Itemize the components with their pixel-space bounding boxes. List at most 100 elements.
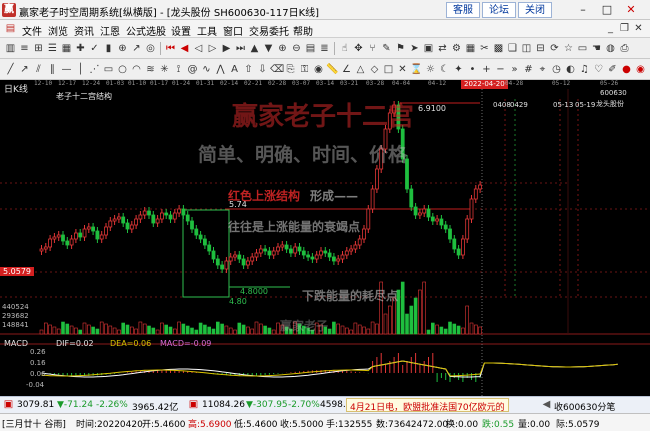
erase-icon[interactable]: ⌫ <box>270 63 284 76</box>
eye-icon[interactable]: ◉ <box>312 63 325 76</box>
rect-icon[interactable]: ▭ <box>102 63 115 76</box>
line-icon[interactable]: ╱ <box>4 63 17 76</box>
pointer-icon[interactable]: ☝ <box>338 42 351 55</box>
menu-trade[interactable]: 交易委托 <box>249 23 289 38</box>
music-icon[interactable]: ♫ <box>578 63 591 76</box>
mdi-restore-icon[interactable]: ❐ <box>618 22 631 35</box>
hand-icon[interactable]: ☚ <box>590 42 603 55</box>
fib-icon[interactable]: ≋ <box>144 63 157 76</box>
chevrons-icon[interactable]: » <box>508 63 521 76</box>
menu-settings[interactable]: 设置 <box>171 23 191 38</box>
chart-icon[interactable]: ▤ <box>304 42 317 55</box>
menu-file[interactable]: 文件 <box>22 23 42 38</box>
hline-icon[interactable]: — <box>60 63 73 76</box>
mdi-minimize-icon[interactable]: _ <box>604 22 617 35</box>
ruler-icon[interactable]: 📏 <box>326 63 339 76</box>
parallel-icon[interactable]: ∥ <box>46 63 59 76</box>
lock-icon[interactable]: ⚿ <box>298 63 311 76</box>
menu-browse[interactable]: 浏览 <box>48 23 68 38</box>
zoom-out-icon[interactable]: ⊖ <box>290 42 303 55</box>
brush-icon[interactable]: ✐ <box>606 63 619 76</box>
close-icon[interactable]: ✕ <box>622 2 640 18</box>
list-icon[interactable]: ☰ <box>46 42 59 55</box>
copy-icon[interactable]: ⎘ <box>284 63 297 76</box>
cross-icon[interactable]: ✚ <box>74 42 87 55</box>
sync-icon[interactable]: ⟳ <box>548 42 561 55</box>
grid3-icon[interactable]: # <box>522 63 535 76</box>
text-icon[interactable]: A <box>228 63 241 76</box>
palette-icon[interactable]: ◐ <box>564 63 577 76</box>
clock-icon[interactable]: ◷ <box>550 63 563 76</box>
target-icon[interactable]: ◎ <box>144 42 157 55</box>
plate-icon[interactable]: ⊞ <box>32 42 45 55</box>
diamond-icon[interactable]: ◇ <box>368 63 381 76</box>
book-icon[interactable]: ▭ <box>576 42 589 55</box>
settings-icon[interactable]: ⚙ <box>450 42 463 55</box>
layers-icon[interactable]: ◫ <box>520 42 533 55</box>
minute-detail-label[interactable]: 收600630分笔 <box>554 400 615 413</box>
circle-icon[interactable]: ○ <box>116 63 129 76</box>
calc-icon[interactable]: ▩ <box>492 42 505 55</box>
arrow-icon[interactable]: ➤ <box>408 42 421 55</box>
window-icon[interactable]: ❑ <box>506 42 519 55</box>
gann-icon[interactable]: ✳ <box>158 63 171 76</box>
last-icon[interactable]: ⏭ <box>234 42 247 55</box>
menu-gann[interactable]: 江恩 <box>100 23 120 38</box>
channel-icon[interactable]: ⫽ <box>32 63 45 76</box>
shuffle-icon[interactable]: ⇄ <box>436 42 449 55</box>
sz-index-value[interactable]: 11084.26 <box>202 400 245 410</box>
record-icon[interactable]: ◉ <box>634 63 647 76</box>
star-icon[interactable]: ☆ <box>562 42 575 55</box>
sound-icon[interactable]: ◀ <box>540 398 553 411</box>
box-icon[interactable]: ▣ <box>422 42 435 55</box>
wave-icon[interactable]: ∿ <box>200 63 213 76</box>
menu-help[interactable]: 帮助 <box>293 23 313 38</box>
heart-icon[interactable]: ♡ <box>592 63 605 76</box>
print-icon[interactable]: ⎙ <box>618 42 631 55</box>
trend-icon[interactable]: ↗ <box>130 42 143 55</box>
down-icon[interactable]: ▼ <box>262 42 275 55</box>
down-arrow-icon[interactable]: ⇩ <box>256 63 269 76</box>
maximize-icon[interactable]: □ <box>598 2 616 18</box>
up-arrow-icon[interactable]: ⇧ <box>242 63 255 76</box>
flag-icon[interactable]: ⚑ <box>394 42 407 55</box>
next-fast-icon[interactable]: ▶ <box>220 42 233 55</box>
square-icon[interactable]: □ <box>382 63 395 76</box>
angle-icon[interactable]: ∠ <box>340 63 353 76</box>
zigzag-icon[interactable]: ⋀ <box>214 63 227 76</box>
quote-icon[interactable]: ≡ <box>18 42 31 55</box>
dot-icon[interactable]: • <box>466 63 479 76</box>
sh-index-value[interactable]: 3079.81 <box>17 400 54 410</box>
first-icon[interactable]: ⏮ <box>164 42 177 55</box>
ray-icon[interactable]: ↗ <box>18 63 31 76</box>
forum-button[interactable]: 论坛 <box>482 2 516 18</box>
sun-icon[interactable]: ☼ <box>424 63 437 76</box>
menu-formula[interactable]: 公式选股 <box>126 23 166 38</box>
arc-icon[interactable]: ◠ <box>130 63 143 76</box>
tools-icon[interactable]: ✂ <box>478 42 491 55</box>
mark-icon[interactable]: ⌖ <box>536 63 549 76</box>
fork-icon[interactable]: ⑂ <box>366 42 379 55</box>
menu-tools[interactable]: 工具 <box>197 23 217 38</box>
stop-icon[interactable]: ● <box>620 63 633 76</box>
close-text-button[interactable]: 关闭 <box>518 2 552 18</box>
moon-icon[interactable]: ☾ <box>438 63 451 76</box>
prev-icon[interactable]: ◁ <box>192 42 205 55</box>
vline-icon[interactable]: │ <box>74 63 87 76</box>
minus-icon[interactable]: − <box>494 63 507 76</box>
compass-icon[interactable]: ⊕ <box>116 42 129 55</box>
triangle-icon[interactable]: △ <box>354 63 367 76</box>
cycle-icon[interactable]: ⟟ <box>172 63 185 76</box>
customer-service-button[interactable]: 客服 <box>446 2 480 18</box>
check-icon[interactable]: ✓ <box>88 42 101 55</box>
star2-icon[interactable]: ✦ <box>452 63 465 76</box>
mdi-close-icon[interactable]: ✕ <box>632 22 645 35</box>
open-icon[interactable]: ▥ <box>4 42 17 55</box>
globe-icon[interactable]: ◍ <box>604 42 617 55</box>
kline-chart[interactable] <box>0 89 650 396</box>
period-icon[interactable]: ⌛ <box>410 63 423 76</box>
spiral-icon[interactable]: @ <box>186 63 199 76</box>
minimize-icon[interactable]: – <box>574 2 592 18</box>
grid-icon[interactable]: ▦ <box>60 42 73 55</box>
grid2-icon[interactable]: ▦ <box>464 42 477 55</box>
